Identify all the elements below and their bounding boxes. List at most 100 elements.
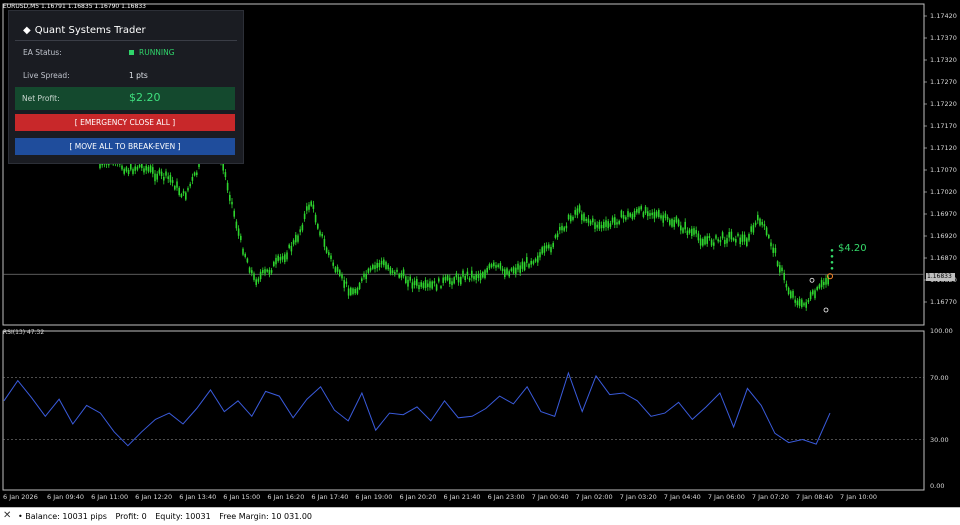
candle-body bbox=[427, 283, 429, 287]
candle-body bbox=[596, 224, 598, 228]
candle-body bbox=[699, 238, 702, 246]
candle-body bbox=[391, 270, 394, 273]
candle-body bbox=[352, 288, 354, 295]
candle-body bbox=[147, 166, 150, 172]
time-tick-label: 7 Jan 10:00 bbox=[840, 493, 878, 501]
chart-window[interactable]: EURUSD,M5 1.16791 1.16835 1.16790 1.1683… bbox=[0, 0, 960, 507]
rsi-header: RSI(13) 47.32 bbox=[3, 329, 45, 336]
candle-body bbox=[422, 282, 425, 288]
candle-body bbox=[387, 264, 389, 270]
profit-projection-dot bbox=[830, 260, 834, 264]
candle-body bbox=[556, 233, 559, 238]
candle-body bbox=[361, 278, 363, 282]
candle-body bbox=[783, 272, 785, 281]
candle-body bbox=[145, 165, 147, 171]
time-tick-label: 6 Jan 21:40 bbox=[443, 493, 481, 501]
candle-body bbox=[246, 258, 249, 263]
candle-body bbox=[680, 225, 682, 231]
candle-body bbox=[741, 234, 744, 242]
candle-body bbox=[275, 257, 277, 265]
candle-body bbox=[347, 288, 350, 296]
candle-body bbox=[460, 276, 462, 285]
candle-body bbox=[704, 236, 706, 245]
candle-body bbox=[490, 264, 493, 268]
candle-body bbox=[281, 256, 284, 260]
candle-body bbox=[288, 244, 290, 248]
candle-body bbox=[587, 218, 590, 223]
candle-body bbox=[295, 234, 297, 243]
candle-body bbox=[528, 263, 530, 268]
candle-body bbox=[754, 222, 757, 226]
candle-body bbox=[143, 168, 145, 173]
candle-body bbox=[306, 206, 308, 211]
candle-body bbox=[310, 201, 312, 206]
candle-body bbox=[651, 212, 653, 216]
candle-body bbox=[356, 288, 359, 294]
emergency-close-all-button[interactable]: [ EMERGENCY CLOSE ALL ] bbox=[15, 114, 235, 131]
candle-body bbox=[350, 287, 352, 296]
candle-body bbox=[600, 224, 603, 229]
candle-body bbox=[770, 242, 772, 247]
candle-body bbox=[328, 252, 330, 256]
candle-body bbox=[807, 299, 810, 303]
candle-body bbox=[598, 221, 601, 229]
candle-body bbox=[748, 234, 750, 241]
ea-status-text: RUNNING bbox=[139, 48, 175, 57]
candle-body bbox=[224, 172, 227, 178]
candle-body bbox=[262, 269, 264, 273]
price-tick-label: 1.16770 bbox=[930, 298, 957, 306]
candle-body bbox=[552, 243, 554, 248]
time-tick-label: 6 Jan 15:00 bbox=[223, 493, 261, 501]
candle-body bbox=[825, 278, 827, 285]
ea-control-panel: ◆ Quant Systems Trader EA Status: RUNNING… bbox=[8, 10, 244, 164]
candle-body bbox=[264, 269, 266, 274]
time-tick-label: 7 Jan 04:40 bbox=[663, 493, 701, 501]
candle-body bbox=[301, 224, 304, 231]
candle-body bbox=[677, 219, 680, 226]
candle-body bbox=[451, 281, 453, 286]
candle-body bbox=[253, 273, 255, 280]
profit-text: Profit: 0 bbox=[115, 512, 147, 521]
candle-body bbox=[816, 287, 818, 290]
candle-body bbox=[163, 176, 165, 181]
candle-body bbox=[174, 185, 176, 190]
candle-body bbox=[125, 167, 128, 172]
candle-body bbox=[374, 265, 376, 270]
equity-text: Equity: 10031 bbox=[155, 512, 211, 521]
candle-body bbox=[752, 225, 755, 233]
close-icon[interactable]: ✕ bbox=[3, 510, 11, 521]
time-tick-label: 6 Jan 2026 bbox=[3, 493, 38, 501]
price-axis: 1.17420 1.17370 1.17320 1.17270 1.17220 1.171… bbox=[924, 0, 960, 492]
candle-body bbox=[737, 233, 739, 236]
move-to-breakeven-button[interactable]: [ MOVE ALL TO BREAK-EVEN ] bbox=[15, 138, 235, 155]
candle-body bbox=[255, 279, 257, 285]
time-tick-label: 6 Jan 11:00 bbox=[91, 493, 129, 501]
candle-body bbox=[266, 269, 268, 272]
candle-body bbox=[812, 290, 814, 295]
candle-body bbox=[308, 204, 310, 210]
candle-body bbox=[594, 222, 596, 229]
candle-body bbox=[317, 224, 319, 229]
candle-body bbox=[688, 229, 691, 233]
candle-body bbox=[785, 283, 788, 288]
candle-body bbox=[578, 205, 581, 212]
net-profit-box: Net Profit: $2.20 bbox=[15, 87, 235, 110]
candle-body bbox=[286, 252, 288, 260]
candle-body bbox=[519, 265, 521, 273]
candle-body bbox=[642, 212, 645, 217]
candle-body bbox=[776, 261, 779, 267]
candle-body bbox=[446, 275, 449, 281]
candle-body bbox=[178, 187, 180, 195]
status-indicator-icon bbox=[129, 49, 134, 55]
candle-body bbox=[809, 292, 812, 300]
candle-body bbox=[402, 269, 405, 277]
rsi-tick-label: 30.00 bbox=[930, 435, 949, 444]
candle-body bbox=[462, 270, 464, 277]
candle-body bbox=[790, 291, 792, 298]
candle-body bbox=[732, 238, 735, 241]
trade-profit-label: $4.20 bbox=[838, 243, 867, 254]
candle-body bbox=[746, 238, 748, 247]
candle-body bbox=[581, 214, 583, 221]
candle-body bbox=[292, 240, 295, 245]
candle-body bbox=[154, 173, 156, 182]
